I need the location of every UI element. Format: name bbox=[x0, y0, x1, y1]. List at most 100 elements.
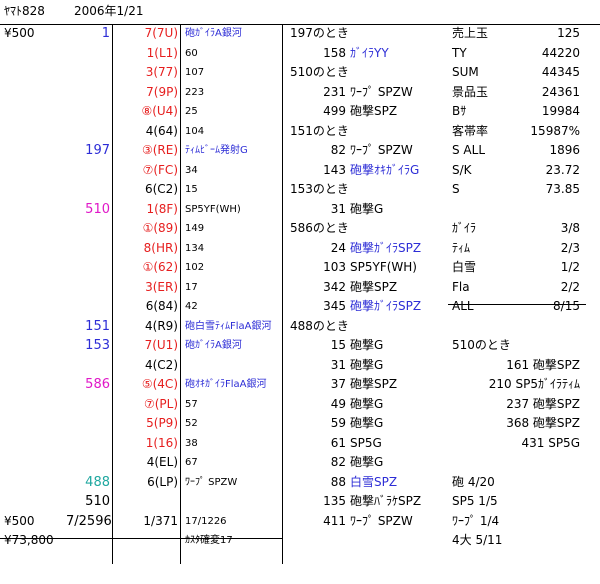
cell-h[interactable] bbox=[470, 453, 580, 472]
cell-e-num[interactable] bbox=[284, 122, 346, 141]
cell-c[interactable]: ①(89) bbox=[112, 219, 178, 238]
cell-c[interactable]: 1(16) bbox=[112, 434, 178, 453]
cell-e-num[interactable]: 103 bbox=[284, 258, 346, 277]
cell-h[interactable]: 2/2 bbox=[470, 278, 580, 297]
cell-f[interactable]: 砲撃ｶﾞｲﾗSPZ bbox=[350, 239, 448, 258]
cell-h[interactable]: 161 砲撃SPZ bbox=[470, 356, 580, 375]
cell-c[interactable]: ⑧(U4) bbox=[112, 102, 178, 121]
cell-a[interactable] bbox=[4, 180, 70, 199]
cell-h[interactable]: 19984 bbox=[470, 102, 580, 121]
cell-a[interactable] bbox=[4, 317, 70, 336]
cell-e-num[interactable] bbox=[284, 531, 346, 550]
cell-b[interactable] bbox=[66, 44, 110, 63]
cell-c[interactable]: 4(C2) bbox=[112, 356, 178, 375]
cell-e-num[interactable] bbox=[284, 180, 346, 199]
cell-b[interactable]: 153 bbox=[66, 336, 110, 355]
cell-h[interactable] bbox=[470, 473, 580, 492]
cell-b[interactable] bbox=[66, 180, 110, 199]
cell-b[interactable]: 197 bbox=[66, 141, 110, 160]
cell-b[interactable] bbox=[66, 161, 110, 180]
cell-e-num[interactable]: 499 bbox=[284, 102, 346, 121]
cell-d[interactable]: 60 bbox=[185, 44, 280, 63]
cell-h[interactable]: 44220 bbox=[470, 44, 580, 63]
cell-d[interactable]: 223 bbox=[185, 83, 280, 102]
cell-e-num[interactable]: 342 bbox=[284, 278, 346, 297]
cell-d[interactable]: 15 bbox=[185, 180, 280, 199]
cell-c[interactable]: ⑦(PL) bbox=[112, 395, 178, 414]
cell-h[interactable]: 3/8 bbox=[470, 219, 580, 238]
cell-f[interactable] bbox=[350, 24, 448, 43]
cell-b[interactable] bbox=[66, 434, 110, 453]
cell-b[interactable] bbox=[66, 122, 110, 141]
sheet-title[interactable]: ﾔﾏﾄ828 bbox=[4, 2, 45, 21]
cell-c[interactable]: ①(62) bbox=[112, 258, 178, 277]
cell-f[interactable]: 砲撃ｵｷｶﾞｲﾗG bbox=[350, 161, 448, 180]
cell-d[interactable]: 104 bbox=[185, 122, 280, 141]
cell-d[interactable] bbox=[185, 492, 280, 511]
cell-e-num[interactable] bbox=[284, 219, 346, 238]
cell-e-num[interactable]: 345 bbox=[284, 297, 346, 316]
cell-a[interactable] bbox=[4, 414, 70, 433]
cell-d[interactable]: 砲ｶﾞｲﾗA銀河 bbox=[185, 24, 280, 43]
cell-b[interactable] bbox=[66, 219, 110, 238]
cell-h[interactable]: 23.72 bbox=[470, 161, 580, 180]
cell-h[interactable]: 24361 bbox=[470, 83, 580, 102]
cell-f[interactable]: SP5G bbox=[350, 434, 448, 453]
cell-h[interactable]: 2/3 bbox=[470, 239, 580, 258]
cell-d[interactable]: SP5YF(WH) bbox=[185, 200, 280, 219]
cell-a[interactable] bbox=[4, 278, 70, 297]
cell-c[interactable]: 3(ER) bbox=[112, 278, 178, 297]
cell-a[interactable] bbox=[4, 434, 70, 453]
cell-b[interactable]: 1 bbox=[66, 24, 110, 43]
cell-d[interactable]: 25 bbox=[185, 102, 280, 121]
cell-d[interactable]: 102 bbox=[185, 258, 280, 277]
cell-c[interactable]: 7(9P) bbox=[112, 83, 178, 102]
cell-e-num[interactable]: 49 bbox=[284, 395, 346, 414]
cell-c[interactable]: 6(LP) bbox=[112, 473, 178, 492]
cell-a[interactable] bbox=[4, 141, 70, 160]
cell-a[interactable] bbox=[4, 161, 70, 180]
cell-f[interactable] bbox=[350, 180, 448, 199]
cell-b[interactable] bbox=[66, 63, 110, 82]
cell-e-num[interactable] bbox=[284, 317, 346, 336]
cell-a[interactable] bbox=[4, 395, 70, 414]
cell-b[interactable] bbox=[66, 258, 110, 277]
cell-h[interactable] bbox=[470, 336, 580, 355]
cell-h[interactable]: 8/15 bbox=[470, 297, 580, 316]
cell-e-num[interactable]: 143 bbox=[284, 161, 346, 180]
cell-f[interactable]: ﾜｰﾌﾟ SPZW bbox=[350, 83, 448, 102]
cell-f[interactable]: 砲撃ｶﾞｲﾗSPZ bbox=[350, 297, 448, 316]
cell-b[interactable]: 7/2596 bbox=[66, 512, 112, 531]
cell-b[interactable]: 586 bbox=[66, 375, 110, 394]
cell-e-num[interactable]: 158 bbox=[284, 44, 346, 63]
cell-a[interactable] bbox=[4, 83, 70, 102]
sheet-date[interactable]: 2006年1/21 bbox=[74, 2, 144, 21]
cell-f[interactable]: 砲撃G bbox=[350, 200, 448, 219]
cell-f[interactable] bbox=[350, 317, 448, 336]
cell-b[interactable]: 510 bbox=[66, 200, 110, 219]
cell-f[interactable]: SP5YF(WH) bbox=[350, 258, 448, 277]
cell-a[interactable] bbox=[4, 473, 70, 492]
cell-a[interactable] bbox=[4, 356, 70, 375]
cell-e-num[interactable]: 37 bbox=[284, 375, 346, 394]
cell-b[interactable] bbox=[66, 102, 110, 121]
cell-d[interactable]: 砲ｶﾞｲﾗA銀河 bbox=[185, 336, 280, 355]
cell-a[interactable] bbox=[4, 200, 70, 219]
cell-c[interactable]: 4(EL) bbox=[112, 453, 178, 472]
cell-a[interactable] bbox=[4, 297, 70, 316]
cell-b[interactable]: 510 bbox=[66, 492, 110, 511]
cell-h[interactable] bbox=[470, 512, 580, 531]
cell-d[interactable]: 38 bbox=[185, 434, 280, 453]
cell-f[interactable]: 砲撃G bbox=[350, 336, 448, 355]
cell-d[interactable] bbox=[185, 356, 280, 375]
cell-a[interactable] bbox=[4, 63, 70, 82]
cell-f[interactable]: 砲撃G bbox=[350, 453, 448, 472]
cell-f[interactable]: 砲撃G bbox=[350, 414, 448, 433]
cell-f[interactable]: ﾜｰﾌﾟ SPZW bbox=[350, 512, 448, 531]
cell-a[interactable] bbox=[4, 239, 70, 258]
cell-d[interactable]: 17 bbox=[185, 278, 280, 297]
cell-c[interactable]: 6(C2) bbox=[112, 180, 178, 199]
cell-b[interactable] bbox=[66, 278, 110, 297]
cell-b[interactable] bbox=[66, 356, 110, 375]
cell-a[interactable]: ¥500 bbox=[4, 512, 70, 531]
